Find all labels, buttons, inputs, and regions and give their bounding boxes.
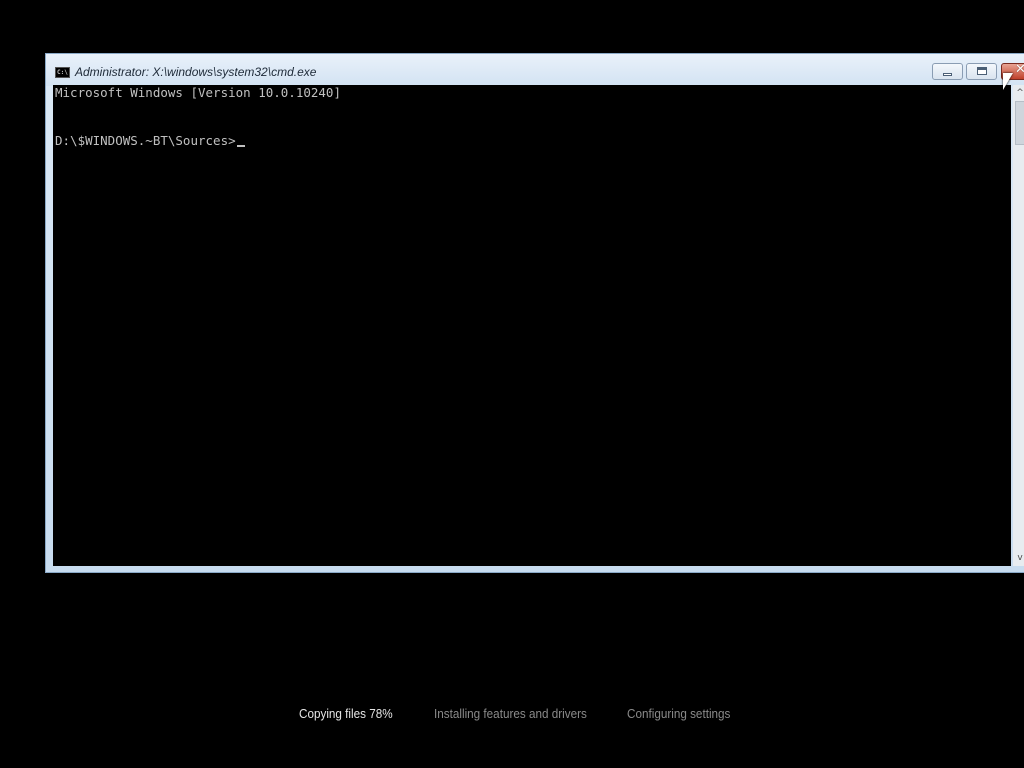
maximize-button[interactable]	[966, 63, 997, 80]
scroll-thumb[interactable]	[1015, 101, 1024, 145]
step-installing-features: Installing features and drivers	[434, 706, 587, 721]
step-copying-files: Copying files 78%	[299, 706, 393, 721]
minimize-icon	[943, 73, 952, 76]
scroll-up-icon[interactable]: ^	[1014, 87, 1024, 99]
title-bar[interactable]: C:\ Administrator: X:\windows\system32\c…	[46, 54, 1024, 86]
minimize-button[interactable]	[932, 63, 963, 80]
mouse-pointer-icon	[1003, 73, 1013, 90]
console-prompt-line[interactable]: D:\$WINDOWS.~BT\Sources>	[55, 133, 245, 149]
console-output[interactable]: Microsoft Windows [Version 10.0.10240] D…	[53, 85, 1011, 566]
prompt-text: D:\$WINDOWS.~BT\Sources>	[55, 133, 236, 148]
close-icon: ✕	[1015, 62, 1024, 77]
window-title: Administrator: X:\windows\system32\cmd.e…	[75, 65, 317, 79]
maximize-icon	[977, 67, 987, 75]
text-cursor	[236, 145, 245, 147]
vertical-scrollbar[interactable]: ^ v	[1013, 85, 1024, 566]
cmd-window[interactable]: C:\ Administrator: X:\windows\system32\c…	[45, 53, 1024, 573]
setup-progress-steps: Copying files 78% Installing features an…	[0, 706, 1024, 726]
step-configuring-settings: Configuring settings	[627, 706, 731, 721]
scroll-down-icon[interactable]: v	[1014, 552, 1024, 564]
cmd-app-icon[interactable]: C:\	[55, 67, 70, 78]
console-line-version: Microsoft Windows [Version 10.0.10240]	[55, 85, 341, 100]
